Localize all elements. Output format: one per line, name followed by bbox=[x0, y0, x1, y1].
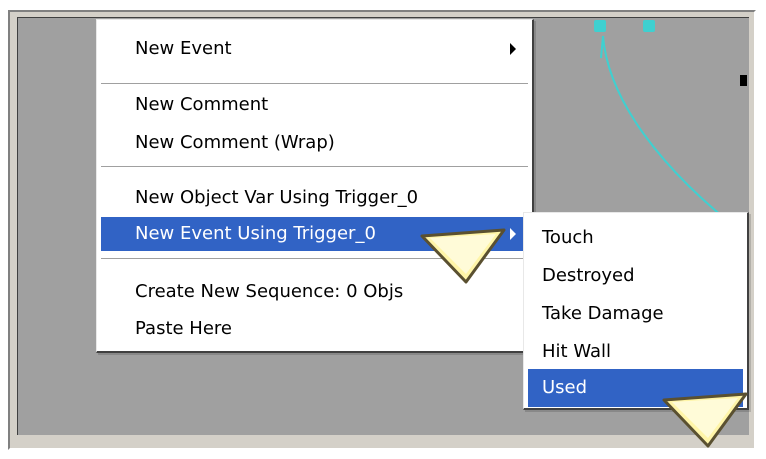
node-port[interactable] bbox=[740, 75, 747, 86]
submenu-arrow-icon bbox=[510, 43, 516, 55]
submenu-item-label: Touch bbox=[542, 227, 594, 248]
submenu-item-label: Hit Wall bbox=[542, 341, 611, 362]
submenu-item-label: Used bbox=[542, 377, 588, 398]
submenu-item-label: Take Damage bbox=[542, 303, 664, 324]
submenu-item-hit-wall[interactable]: Hit Wall bbox=[528, 333, 743, 371]
menu-item-label: Create New Sequence: 0 Objs bbox=[135, 281, 404, 302]
menu-item-label: New Comment bbox=[135, 94, 269, 115]
connector-node-dot[interactable] bbox=[643, 20, 655, 32]
menu-item-new-event[interactable]: New Event bbox=[101, 32, 528, 66]
menu-item-label: New Object Var Using Trigger_0 bbox=[135, 187, 419, 208]
menu-item-new-object-var[interactable]: New Object Var Using Trigger_0 bbox=[101, 181, 528, 215]
menu-item-label: New Event bbox=[135, 38, 232, 59]
menu-item-new-comment-wrap[interactable]: New Comment (Wrap) bbox=[101, 126, 528, 160]
menu-item-label: Paste Here bbox=[135, 318, 232, 339]
submenu-item-label: Destroyed bbox=[542, 265, 635, 286]
menu-item-new-comment[interactable]: New Comment bbox=[101, 88, 528, 122]
menu-separator bbox=[101, 83, 528, 85]
submenu-item-take-damage[interactable]: Take Damage bbox=[528, 295, 743, 333]
yellow-pointer-callout-icon bbox=[662, 392, 748, 448]
menu-item-label: New Event Using Trigger_0 bbox=[135, 223, 376, 244]
submenu-item-destroyed[interactable]: Destroyed bbox=[528, 257, 743, 295]
event-submenu: Touch Destroyed Take Damage Hit Wall Use… bbox=[523, 212, 749, 410]
menu-item-label: New Comment (Wrap) bbox=[135, 132, 335, 153]
submenu-item-touch[interactable]: Touch bbox=[528, 219, 743, 257]
connector-node-dot[interactable] bbox=[594, 20, 606, 32]
yellow-pointer-callout-icon bbox=[420, 228, 506, 284]
menu-separator bbox=[101, 166, 528, 168]
menu-item-paste-here[interactable]: Paste Here bbox=[101, 312, 528, 346]
context-menu: New Event New Comment New Comment (Wrap)… bbox=[96, 19, 534, 353]
